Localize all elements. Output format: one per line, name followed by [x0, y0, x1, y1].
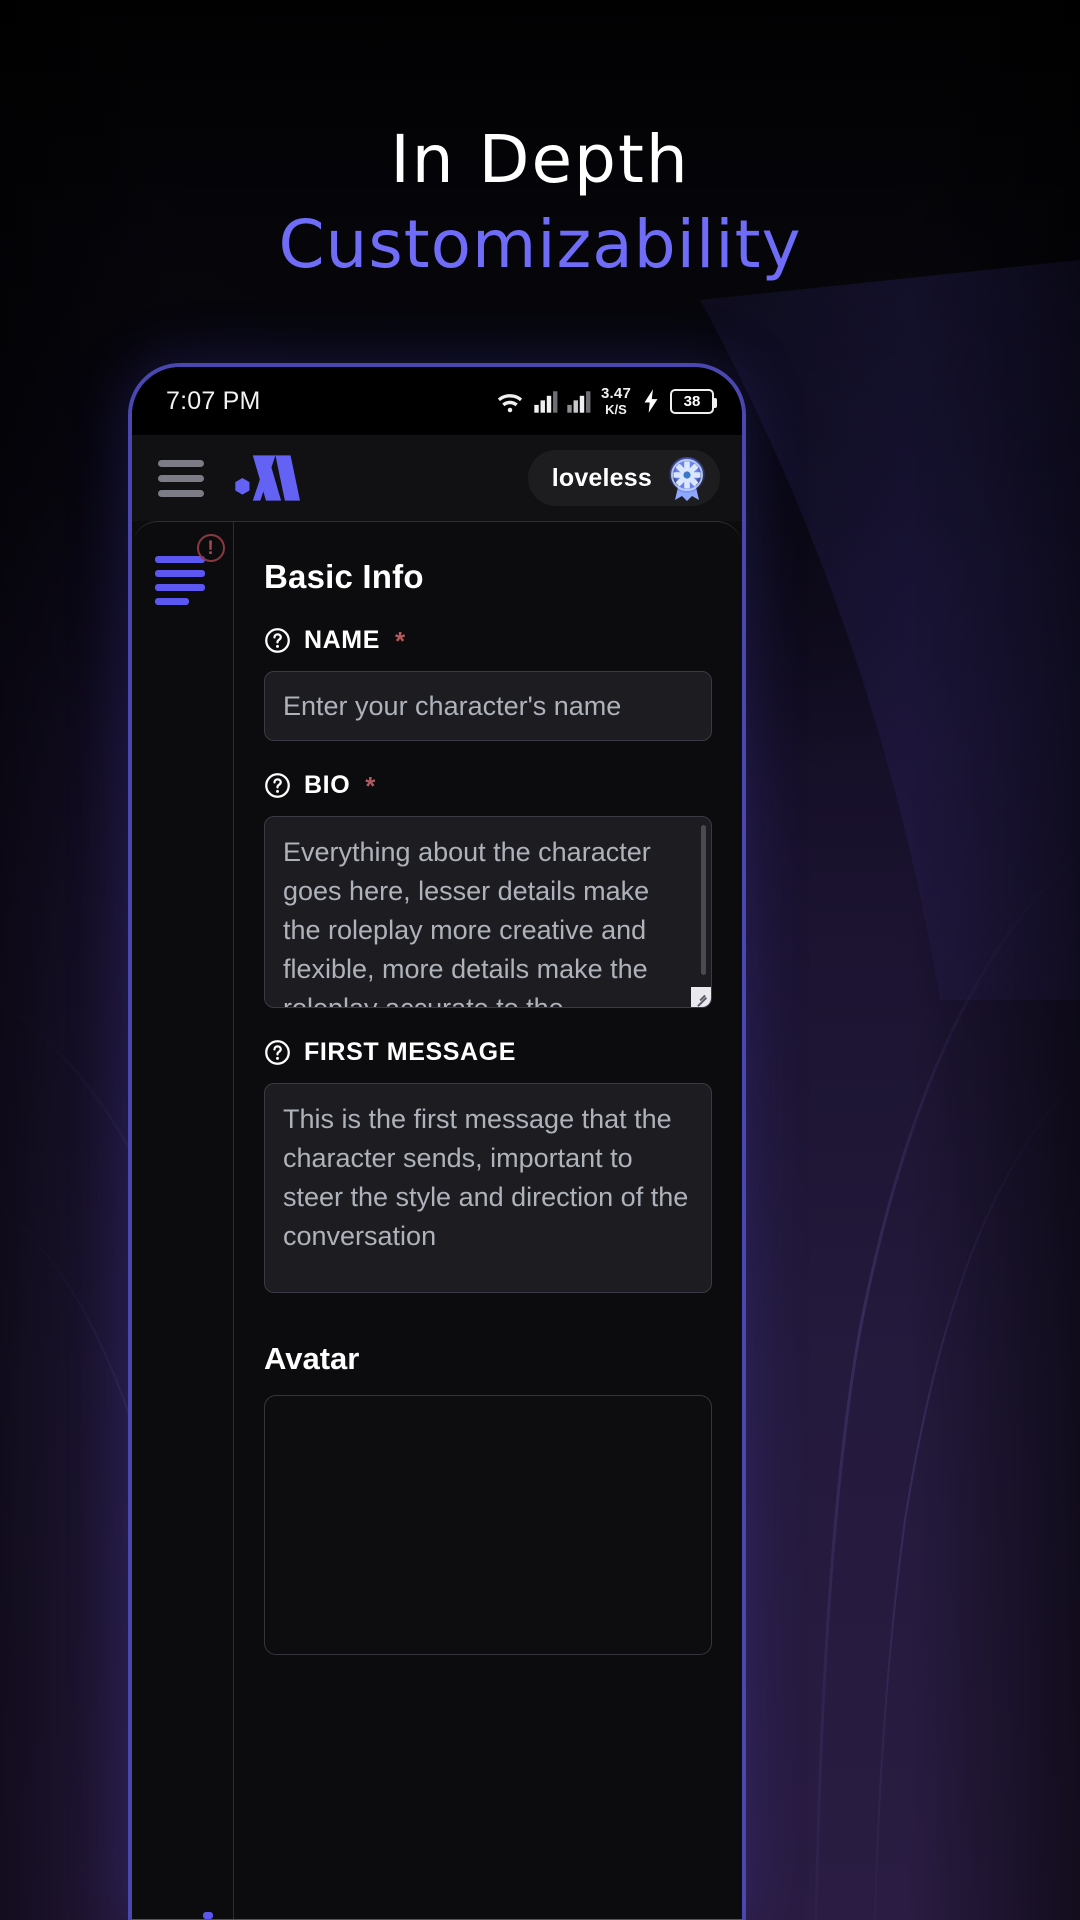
name-input[interactable]: Enter your character's name: [264, 671, 712, 741]
hamburger-line: [158, 474, 204, 482]
question-circle-icon[interactable]: [264, 627, 291, 654]
headline-line-2: Customizability: [278, 206, 802, 283]
first-message-textarea-placeholder: This is the first message that the chara…: [283, 1104, 689, 1251]
field-name: NAME * Enter your character's name: [264, 626, 712, 741]
field-label-text: BIO: [304, 771, 351, 799]
app-header-bar: loveless: [132, 435, 742, 521]
section-heading: Basic Info: [264, 558, 424, 595]
battery-indicator: 38: [670, 388, 717, 414]
field-bio: BIO * Everything about the character goe…: [264, 771, 712, 1008]
first-message-textarea[interactable]: This is the first message that the chara…: [264, 1083, 712, 1293]
field-label-text: FIRST MESSAGE: [304, 1038, 516, 1066]
app-logo-icon[interactable]: [232, 453, 300, 503]
field-label-bio: BIO *: [264, 771, 712, 800]
network-speed-unit: K/S: [605, 402, 627, 417]
field-label-first-message: FIRST MESSAGE: [264, 1038, 712, 1067]
bio-textarea-scrollbar[interactable]: [701, 825, 706, 975]
network-speed-indicator: 3.47 K/S: [601, 386, 631, 416]
phone-mockup-frame: 7:07 PM 3.47 K/S 38 loveless ! Basic Inf…: [128, 363, 746, 1920]
cellular-signal-icon: [534, 391, 558, 413]
award-ribbon-icon: [669, 457, 705, 501]
battery-level: 38: [683, 392, 701, 410]
user-name-label: loveless: [551, 463, 652, 492]
field-label-name: NAME *: [264, 626, 712, 655]
required-alert-badge: !: [196, 534, 225, 562]
user-profile-pill[interactable]: loveless: [527, 450, 720, 506]
editor-body: ! Basic Info NAME * Enter your character…: [132, 521, 742, 1919]
question-circle-icon[interactable]: [264, 772, 291, 799]
text-line-dot: [202, 1912, 213, 1919]
status-bar: 7:07 PM 3.47 K/S 38: [132, 367, 742, 435]
avatar-upload-area[interactable]: [264, 1395, 712, 1655]
promo-headline: In Depth Customizability: [0, 118, 1080, 288]
hamburger-line: [158, 459, 204, 467]
text-line: [154, 584, 205, 591]
wifi-icon: [497, 394, 523, 413]
section-rail: !: [132, 521, 234, 1919]
name-input-placeholder: Enter your character's name: [283, 690, 622, 721]
status-bar-indicators: 3.47 K/S 38: [495, 386, 717, 416]
text-line: [154, 570, 205, 577]
required-asterisk: *: [365, 770, 376, 801]
avatar-heading: Avatar: [264, 1341, 360, 1376]
text-line: [154, 598, 189, 605]
field-label-text: NAME: [304, 626, 381, 654]
required-asterisk: *: [395, 625, 406, 656]
hamburger-line: [158, 489, 204, 497]
hamburger-menu-icon[interactable]: [158, 454, 204, 503]
bio-textarea[interactable]: Everything about the character goes here…: [264, 816, 712, 1008]
status-bar-clock: 7:07 PM: [166, 386, 261, 415]
cellular-signal-icon: [567, 391, 591, 413]
question-circle-icon[interactable]: [264, 1039, 291, 1066]
field-first-message: FIRST MESSAGE This is the first message …: [264, 1038, 712, 1293]
bio-textarea-placeholder: Everything about the character goes here…: [283, 837, 651, 1008]
headline-line-1: In Depth: [390, 121, 690, 198]
rail-item-basic-info[interactable]: !: [154, 534, 225, 1919]
text-line: [154, 556, 205, 563]
promo-screenshot: In Depth Customizability 7:07 PM 3.47 K/…: [0, 0, 1080, 1920]
phone-screen: 7:07 PM 3.47 K/S 38 loveless ! Basic Inf…: [132, 367, 742, 1919]
text-lines-icon: [154, 556, 211, 605]
network-speed-value: 3.47: [601, 385, 631, 402]
lightning-bolt-icon: [644, 389, 658, 413]
field-avatar: Avatar: [264, 1341, 712, 1655]
form-panel: Basic Info NAME * Enter your character's…: [234, 521, 742, 1919]
bio-textarea-resize-handle[interactable]: [691, 987, 711, 1007]
